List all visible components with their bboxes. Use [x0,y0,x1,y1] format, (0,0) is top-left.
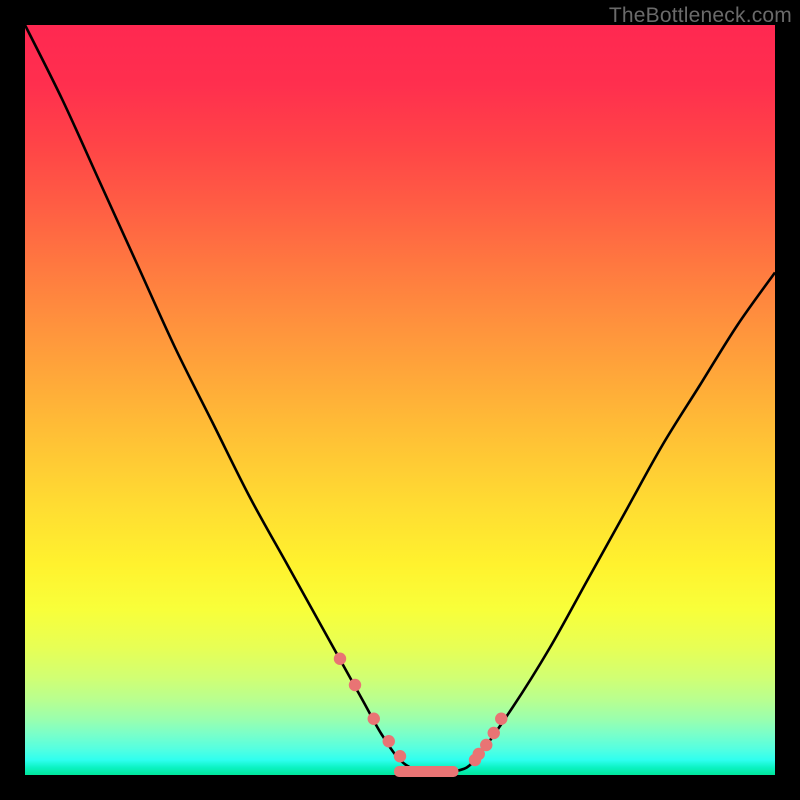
marker-point [495,713,507,725]
bottleneck-curve-svg [25,25,775,775]
marker-point [334,653,346,665]
bottleneck-curve [25,25,775,775]
marker-point [349,679,361,691]
chart-frame: TheBottleneck.com [0,0,800,800]
plot-area [25,25,775,775]
marker-points [334,653,508,767]
marker-point [488,727,500,739]
marker-point [368,713,380,725]
marker-point [480,739,492,751]
marker-point [383,735,395,747]
watermark-text: TheBottleneck.com [609,4,792,28]
marker-point [394,750,406,762]
plateau-band [394,766,459,777]
